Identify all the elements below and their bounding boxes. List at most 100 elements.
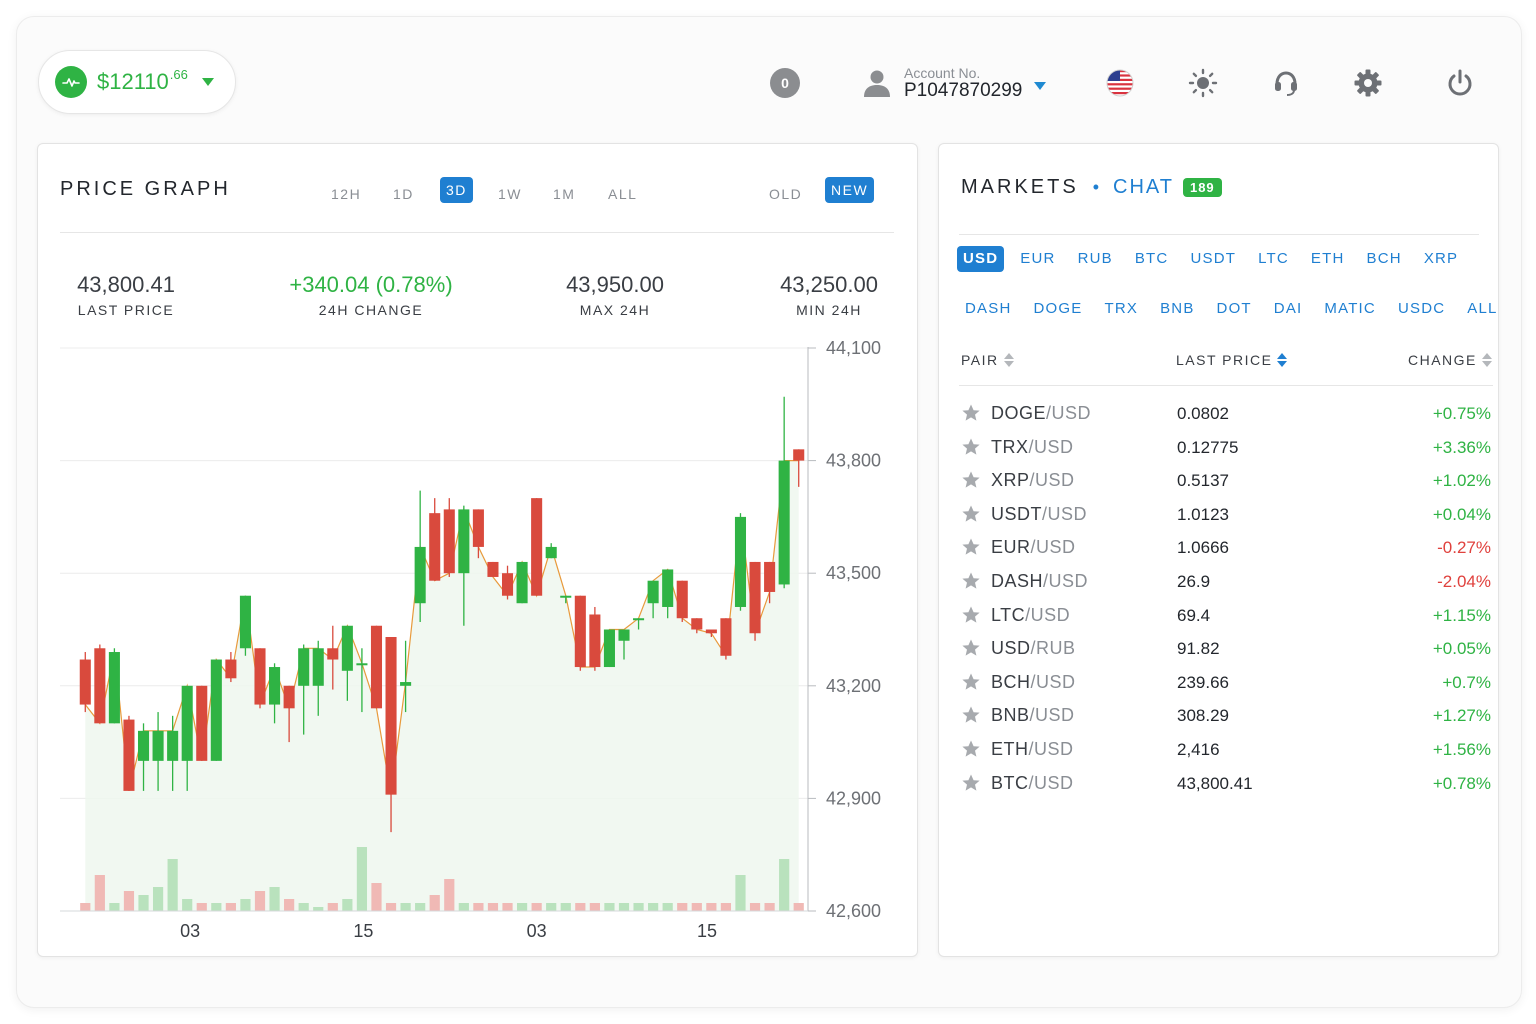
star-icon[interactable] xyxy=(961,470,981,490)
chat-tab[interactable]: CHAT xyxy=(1113,176,1174,199)
market-row[interactable]: BCH/USD 239.66 +0.7% xyxy=(959,666,1491,700)
currency-tab-dot[interactable]: DOT xyxy=(1217,296,1252,322)
range-tab-12h[interactable]: 12H xyxy=(331,181,361,207)
currency-tab-ltc[interactable]: LTC xyxy=(1258,246,1289,272)
pair-name: BTC/USD xyxy=(991,773,1074,794)
star-icon[interactable] xyxy=(961,605,981,625)
market-row[interactable]: DASH/USD 26.9 -2.04% xyxy=(959,565,1491,599)
market-row[interactable]: BNB/USD 308.29 +1.27% xyxy=(959,699,1491,733)
currency-tab-dash[interactable]: DASH xyxy=(965,296,1011,322)
account-label: Account No. xyxy=(904,65,981,81)
sun-icon[interactable] xyxy=(1186,66,1220,100)
candle-body xyxy=(662,569,674,607)
currency-tab-btc[interactable]: BTC xyxy=(1135,246,1169,272)
change-value: +0.04% xyxy=(1432,504,1491,524)
last-price: 239.66 xyxy=(1177,672,1229,692)
stat-value: 43,250.00 xyxy=(780,272,878,297)
change-value: -2.04% xyxy=(1437,571,1491,591)
pair-quote: /USD xyxy=(1046,403,1092,423)
candle-body xyxy=(720,618,732,656)
market-row[interactable]: ETH/USD 2,416 +1.56% xyxy=(959,733,1491,767)
star-icon[interactable] xyxy=(961,705,981,725)
volume-bar xyxy=(444,879,455,911)
star-icon[interactable] xyxy=(961,638,981,658)
currency-tab-usdc[interactable]: USDC xyxy=(1398,296,1445,322)
market-row[interactable]: XRP/USD 0.5137 +1.02% xyxy=(959,464,1491,498)
last-price-column-header[interactable]: LAST PRICE xyxy=(1176,352,1288,368)
currency-tab-all[interactable]: ALL xyxy=(1467,296,1497,322)
last-price: 0.12775 xyxy=(1177,437,1239,457)
volume-bar xyxy=(429,895,440,911)
volume-bar xyxy=(677,903,688,911)
market-row[interactable]: DOGE/USD 0.0802 +0.75% xyxy=(959,397,1491,431)
volume-bar xyxy=(225,903,236,911)
mode-tab-new[interactable]: NEW xyxy=(825,177,875,203)
candle-body xyxy=(414,546,426,604)
stat-value: 43,950.00 xyxy=(566,272,664,297)
last-price: 0.0802 xyxy=(1177,404,1229,423)
range-tab-1w[interactable]: 1W xyxy=(498,181,522,207)
mode-tab-old[interactable]: OLD xyxy=(769,181,802,207)
pair-quote: /USD xyxy=(1029,705,1075,726)
star-icon[interactable] xyxy=(961,403,981,423)
range-tab-3d[interactable]: 3D xyxy=(440,177,473,203)
currency-tab-xrp[interactable]: XRP xyxy=(1424,246,1458,272)
star-icon[interactable] xyxy=(961,537,981,557)
pair-base: EUR xyxy=(991,537,1031,558)
pair-quote: /USD xyxy=(1042,503,1088,524)
volume-bar xyxy=(80,903,91,911)
chat-count-badge: 189 xyxy=(1182,178,1222,197)
account-dropdown[interactable]: Account No. P1047870299 xyxy=(862,65,1047,101)
support-icon[interactable] xyxy=(1269,66,1303,100)
star-icon[interactable] xyxy=(961,437,981,457)
currency-tab-eth[interactable]: ETH xyxy=(1311,246,1345,272)
pair-name: USD/RUB xyxy=(991,638,1076,659)
change-column-header[interactable]: CHANGE xyxy=(1408,352,1492,368)
currency-tab-doge[interactable]: DOGE xyxy=(1033,296,1082,322)
pair-column-header[interactable]: PAIR xyxy=(961,352,1014,368)
range-tab-1d[interactable]: 1D xyxy=(393,181,414,207)
candle-body xyxy=(793,449,805,461)
account-number: P1047870299 xyxy=(904,79,1023,101)
currency-tab-bnb[interactable]: BNB xyxy=(1160,296,1194,322)
y-tick-label: 42,600 xyxy=(826,901,881,921)
currency-tab-rub[interactable]: RUB xyxy=(1078,246,1113,272)
market-row[interactable]: TRX/USD 0.12775 +3.36% xyxy=(959,431,1491,465)
notification-badge[interactable]: 0 xyxy=(770,68,800,98)
currency-tab-usdt[interactable]: USDT xyxy=(1190,246,1236,272)
volume-bar xyxy=(415,903,426,911)
candle-body xyxy=(225,659,237,679)
currency-tab-matic[interactable]: MATIC xyxy=(1324,296,1376,322)
star-icon[interactable] xyxy=(961,672,981,692)
pair-name: BCH/USD xyxy=(991,672,1076,693)
stat-label: 24H CHANGE xyxy=(318,302,424,318)
currency-tab-dai[interactable]: DAI xyxy=(1274,296,1303,322)
star-icon[interactable] xyxy=(961,504,981,524)
markets-tab[interactable]: MARKETS xyxy=(961,176,1079,199)
change-value: +1.27% xyxy=(1432,706,1491,726)
currency-tab-usd[interactable]: USD xyxy=(957,246,1005,272)
currency-tab-trx[interactable]: TRX xyxy=(1104,296,1138,322)
market-row[interactable]: LTC/USD 69.4 +1.15% xyxy=(959,599,1491,633)
range-tab-1m[interactable]: 1M xyxy=(553,181,575,207)
star-icon[interactable] xyxy=(961,571,981,591)
price-graph-title: PRICE GRAPH xyxy=(60,178,231,200)
market-row[interactable]: EUR/USD 1.0666 -0.27% xyxy=(959,531,1491,565)
us-flag-icon[interactable] xyxy=(1103,66,1137,100)
candle-body xyxy=(705,629,717,634)
currency-filter-row: USD EUR RUB BTC USDT LTC ETH BCH XRP xyxy=(957,246,1480,272)
gear-icon[interactable] xyxy=(1351,66,1385,100)
range-tab-all[interactable]: ALL xyxy=(608,181,637,207)
power-icon[interactable] xyxy=(1443,66,1477,100)
currency-tab-eur[interactable]: EUR xyxy=(1020,246,1055,272)
star-icon[interactable] xyxy=(961,773,981,793)
last-price: 1.0123 xyxy=(1177,504,1229,524)
currency-tab-bch[interactable]: BCH xyxy=(1367,246,1402,272)
market-row[interactable]: BTC/USD 43,800.41 +0.78% xyxy=(959,767,1491,801)
balance-dropdown[interactable]: $12110.66 xyxy=(38,50,236,114)
market-row[interactable]: USDT/USD 1.0123 +0.04% xyxy=(959,498,1491,532)
volume-bar xyxy=(473,903,484,911)
star-icon[interactable] xyxy=(961,739,981,759)
candlestick-chart[interactable]: 44,100 43,800 43,500 43,200 42,900 42,600 03 15… xyxy=(38,334,917,954)
market-row[interactable]: USD/RUB 91.82 +0.05% xyxy=(959,632,1491,666)
